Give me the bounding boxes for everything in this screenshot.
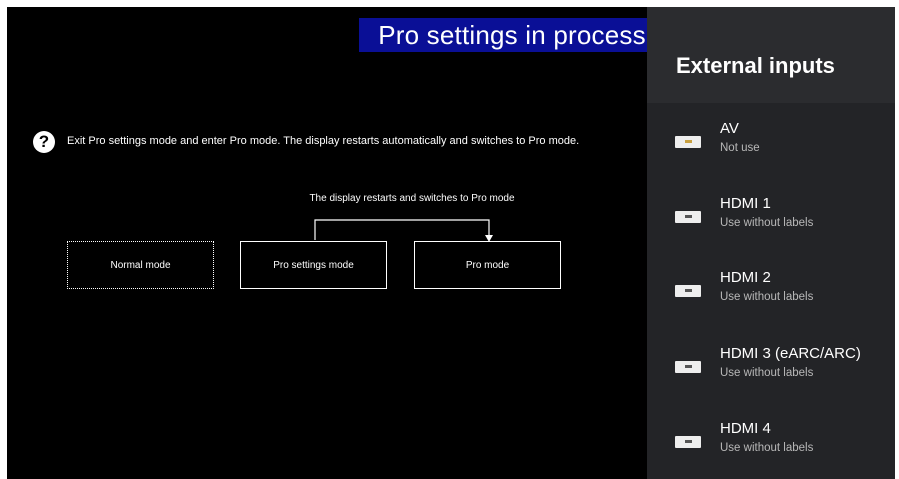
input-name: HDMI 2 [720,269,771,286]
input-status: Use without labels [720,442,814,454]
flow-arrow [314,219,493,242]
input-item-hdmi-2[interactable]: HDMI 2 Use without labels [647,269,895,331]
tv-screen: Pro settings in process ? Exit Pro setti… [7,7,895,479]
input-item-hdmi-3[interactable]: HDMI 3 (eARC/ARC) Use without labels [647,345,895,407]
av-connector-icon [675,136,701,148]
mode-box-normal: Normal mode [67,241,214,289]
hdmi-connector-icon [675,285,701,297]
flow-caption: The display restarts and switches to Pro… [309,193,515,204]
status-banner: Pro settings in process [359,18,665,52]
input-item-hdmi-4[interactable]: HDMI 4 Use without labels [647,420,895,479]
input-list: AV Not use HDMI 1 Use without labels HDM… [647,103,895,479]
help-icon: ? [33,131,55,153]
mode-label-normal: Normal mode [110,259,171,271]
hdmi-connector-icon [675,211,701,223]
external-inputs-panel: External inputs AV Not use HDMI 1 Use wi… [647,7,895,479]
panel-header: External inputs [647,7,895,103]
input-name: HDMI 3 (eARC/ARC) [720,345,861,362]
input-status: Use without labels [720,367,814,379]
input-name: HDMI 4 [720,420,771,437]
mode-label-pro: Pro mode [465,259,510,271]
input-item-av[interactable]: AV Not use [647,120,895,182]
mode-box-pro: Pro mode [414,241,561,289]
input-status: Use without labels [720,291,814,303]
input-name: AV [720,120,739,137]
input-item-hdmi-1[interactable]: HDMI 1 Use without labels [647,195,895,257]
input-name: HDMI 1 [720,195,771,212]
panel-title: External inputs [676,53,835,78]
instruction-message: Exit Pro settings mode and enter Pro mod… [67,135,580,147]
hdmi-connector-icon [675,361,701,373]
input-status: Not use [720,142,760,154]
input-status: Use without labels [720,217,814,229]
mode-label-pro-settings: Pro settings mode [273,259,354,271]
hdmi-connector-icon [675,436,701,448]
mode-box-pro-settings: Pro settings mode [240,241,387,289]
